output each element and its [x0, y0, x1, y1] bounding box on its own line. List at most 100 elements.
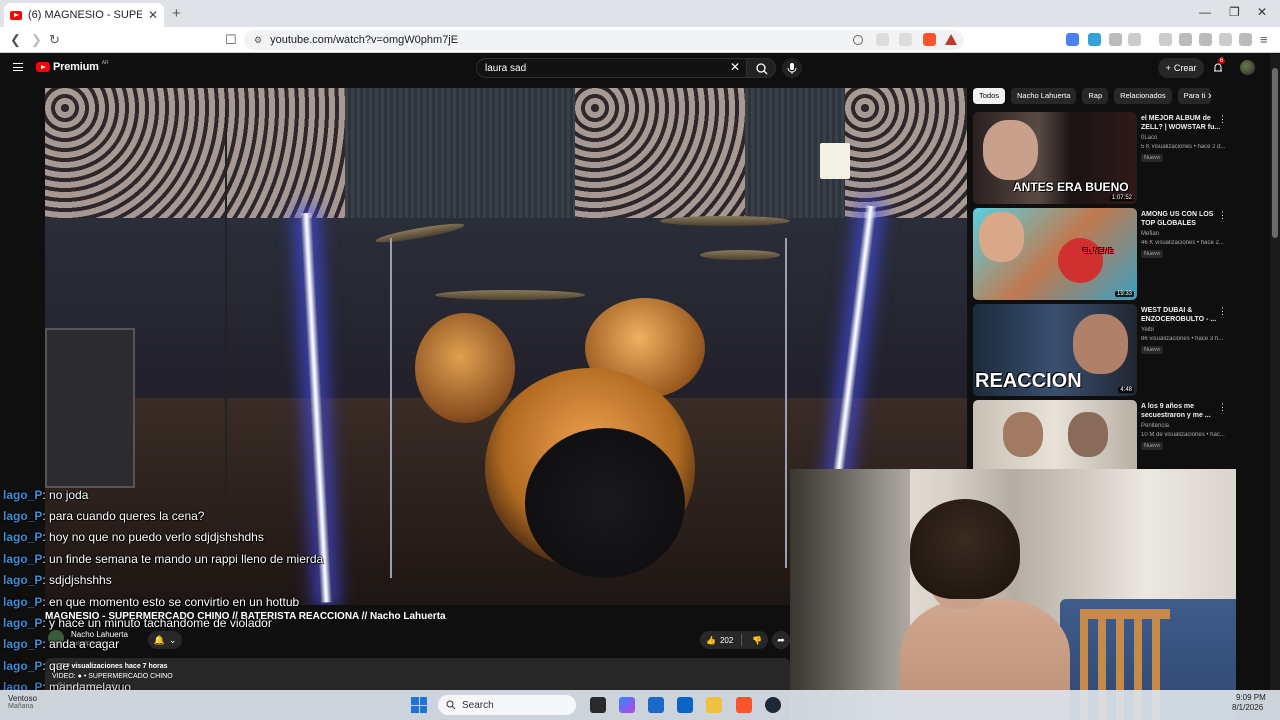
share-icon[interactable] — [899, 33, 912, 46]
extension-icon[interactable] — [1088, 33, 1101, 46]
thumbnail-caption: REACCION — [975, 370, 1082, 392]
restore-button[interactable]: ❐ — [1229, 5, 1240, 19]
chat-username: lago_P — [3, 488, 43, 502]
vpn-icon[interactable] — [1239, 33, 1252, 46]
more-options-icon[interactable]: ⋮ — [1218, 114, 1227, 125]
new-tab-button[interactable]: + — [172, 5, 181, 22]
brave-shields-icon[interactable] — [923, 33, 936, 46]
chip-rap[interactable]: Rap — [1082, 88, 1109, 104]
url-text[interactable]: youtube.com/watch?v=omgW0phm7jE — [270, 34, 458, 46]
voice-search-button[interactable] — [782, 58, 802, 78]
forward-button[interactable]: ❯ — [31, 32, 42, 48]
sidebar-icon[interactable] — [1179, 33, 1192, 46]
recommendation-title[interactable]: WEST DUBAI & ENZOCEROBULTO - ... — [1141, 306, 1225, 324]
reload-button[interactable]: ↻ — [49, 32, 60, 48]
zoom-icon[interactable] — [853, 35, 863, 45]
microphone-icon — [787, 63, 797, 74]
start-button[interactable] — [411, 697, 427, 713]
page-scrollbar[interactable] — [1270, 54, 1280, 690]
copilot-icon[interactable] — [619, 697, 635, 713]
guide-menu-icon[interactable] — [13, 63, 23, 71]
clock-time[interactable]: 9:09 PM — [1236, 693, 1266, 702]
recommendation-item[interactable]: A los 9 años me secuestraron y me ... Pe… — [973, 400, 1263, 470]
recommendation-title[interactable]: el MEJOR ALBUM de ZELL? | WOWSTAR fu... — [1141, 114, 1225, 132]
outlook-icon[interactable] — [677, 697, 693, 713]
like-dislike-button[interactable]: 👍 202 👎 — [700, 631, 768, 649]
minimize-button[interactable]: — — [1199, 5, 1211, 19]
brave-browser-icon[interactable] — [736, 697, 752, 713]
chat-text: en que momento esto se convirtio en un h… — [49, 595, 300, 609]
thumbs-up-icon[interactable]: 👍 — [706, 636, 716, 645]
bookmark-icon[interactable]: ☐ — [225, 32, 237, 48]
chat-message: lago_P: que — [3, 659, 70, 673]
menu-icon[interactable]: ≡ — [1260, 32, 1268, 47]
chip-todos[interactable]: Todos — [973, 88, 1006, 104]
more-options-icon[interactable]: ⋮ — [1218, 402, 1227, 413]
cast-icon[interactable] — [876, 33, 889, 46]
chevron-right-icon[interactable]: › — [1208, 90, 1212, 102]
close-window-button[interactable]: ✕ — [1257, 5, 1267, 19]
extensions-puzzle-icon[interactable] — [1109, 33, 1122, 46]
thumbs-down-icon[interactable]: 👎 — [752, 636, 762, 645]
video-thumbnail[interactable]: REACCION 4:48 — [973, 304, 1137, 396]
translate-extension-icon[interactable] — [1066, 33, 1079, 46]
video-thumbnail[interactable]: EL NENE 19:33 — [973, 208, 1137, 300]
search-input[interactable] — [485, 62, 715, 74]
steam-icon[interactable] — [765, 697, 781, 713]
chat-username: lago_P — [3, 659, 43, 673]
recommendation-item[interactable]: REACCION 4:48 WEST DUBAI & ENZOCEROBULTO… — [973, 304, 1263, 396]
recommendation-title[interactable]: AMONG US CON LOS TOP GLOBALES — [1141, 210, 1225, 228]
cymbal — [700, 250, 780, 260]
new-badge: Nuevo — [1141, 346, 1163, 354]
clock-date[interactable]: 8/1/2026 — [1232, 703, 1263, 712]
wallet-icon[interactable] — [1199, 33, 1212, 46]
recommendation-channel[interactable]: Mefian — [1141, 231, 1159, 237]
more-options-icon[interactable]: ⋮ — [1218, 306, 1227, 317]
cymbal-stand — [390, 238, 392, 578]
back-button[interactable]: ❮ — [10, 32, 21, 48]
chat-username: lago_P — [3, 509, 43, 523]
chat-text: no joda — [49, 488, 89, 502]
chip-nacho-lahuerta[interactable]: Nacho Lahuerta — [1011, 88, 1077, 104]
video-thumbnail[interactable]: ANTES ERA BUENO 1:07:52 — [973, 112, 1137, 204]
search-button[interactable] — [746, 58, 776, 78]
recommendation-channel[interactable]: Yeibi — [1141, 327, 1154, 333]
chat-text: un finde semana te mando un rappi lleno … — [49, 552, 324, 566]
account-avatar[interactable] — [1240, 60, 1255, 75]
weather-widget[interactable]: Ventoso Mañana — [8, 694, 37, 710]
clear-search-icon[interactable]: ✕ — [730, 60, 740, 74]
bass-drum-head — [525, 428, 685, 578]
store-icon[interactable] — [648, 697, 664, 713]
recommendation-meta: 10 M de visualizaciones • hac... — [1141, 432, 1225, 438]
screenshot-icon[interactable] — [1128, 33, 1141, 46]
new-badge: Nuevo — [1141, 154, 1163, 162]
chip-para-ti[interactable]: Para ti — [1177, 88, 1212, 104]
recommendation-channel[interactable]: Penitencia — [1141, 423, 1169, 429]
media-icon[interactable] — [1159, 33, 1172, 46]
leo-ai-icon[interactable] — [1219, 33, 1232, 46]
subscription-notification-button[interactable]: 🔔 ⌄ — [148, 631, 182, 649]
chat-text: hoy no que no puedo verlo sdjdjshshdhs — [49, 530, 264, 544]
recommendation-item[interactable]: ANTES ERA BUENO 1:07:52 el MEJOR ALBUM d… — [973, 112, 1263, 204]
streamer — [890, 489, 1070, 720]
browser-tab[interactable]: (6) MAGNESIO - SUPERMERCA ✕ — [4, 3, 164, 27]
youtube-logo[interactable]: Premium AR — [36, 60, 109, 73]
more-options-icon[interactable]: ⋮ — [1218, 210, 1227, 221]
recommendation-item[interactable]: EL NENE 19:33 AMONG US CON LOS TOP GLOBA… — [973, 208, 1263, 300]
video-thumbnail[interactable] — [973, 400, 1137, 470]
file-explorer-icon[interactable] — [706, 697, 722, 713]
search-box[interactable] — [476, 58, 748, 78]
share-button[interactable]: ➦ — [772, 631, 790, 649]
recommendation-channel[interactable]: 0Laco — [1141, 135, 1157, 141]
recommendation-title[interactable]: A los 9 años me secuestraron y me ... — [1141, 402, 1225, 420]
recommendation-meta: 5 K visualizaciones • hace 2 d... — [1141, 144, 1226, 150]
tab-close-icon[interactable]: ✕ — [148, 8, 158, 22]
site-info-icon[interactable]: ⚙ — [254, 35, 262, 46]
brave-rewards-icon[interactable] — [945, 34, 957, 45]
taskbar-search[interactable]: Search — [437, 694, 577, 716]
chip-relacionados[interactable]: Relacionados — [1114, 88, 1172, 104]
scrollbar-thumb[interactable] — [1272, 68, 1278, 238]
address-bar: ❮ ❯ ↻ ☐ ⚙ youtube.com/watch?v=omgW0phm7j… — [0, 27, 1280, 53]
create-button[interactable]: + Crear — [1158, 58, 1204, 78]
task-view-icon[interactable] — [590, 697, 606, 713]
